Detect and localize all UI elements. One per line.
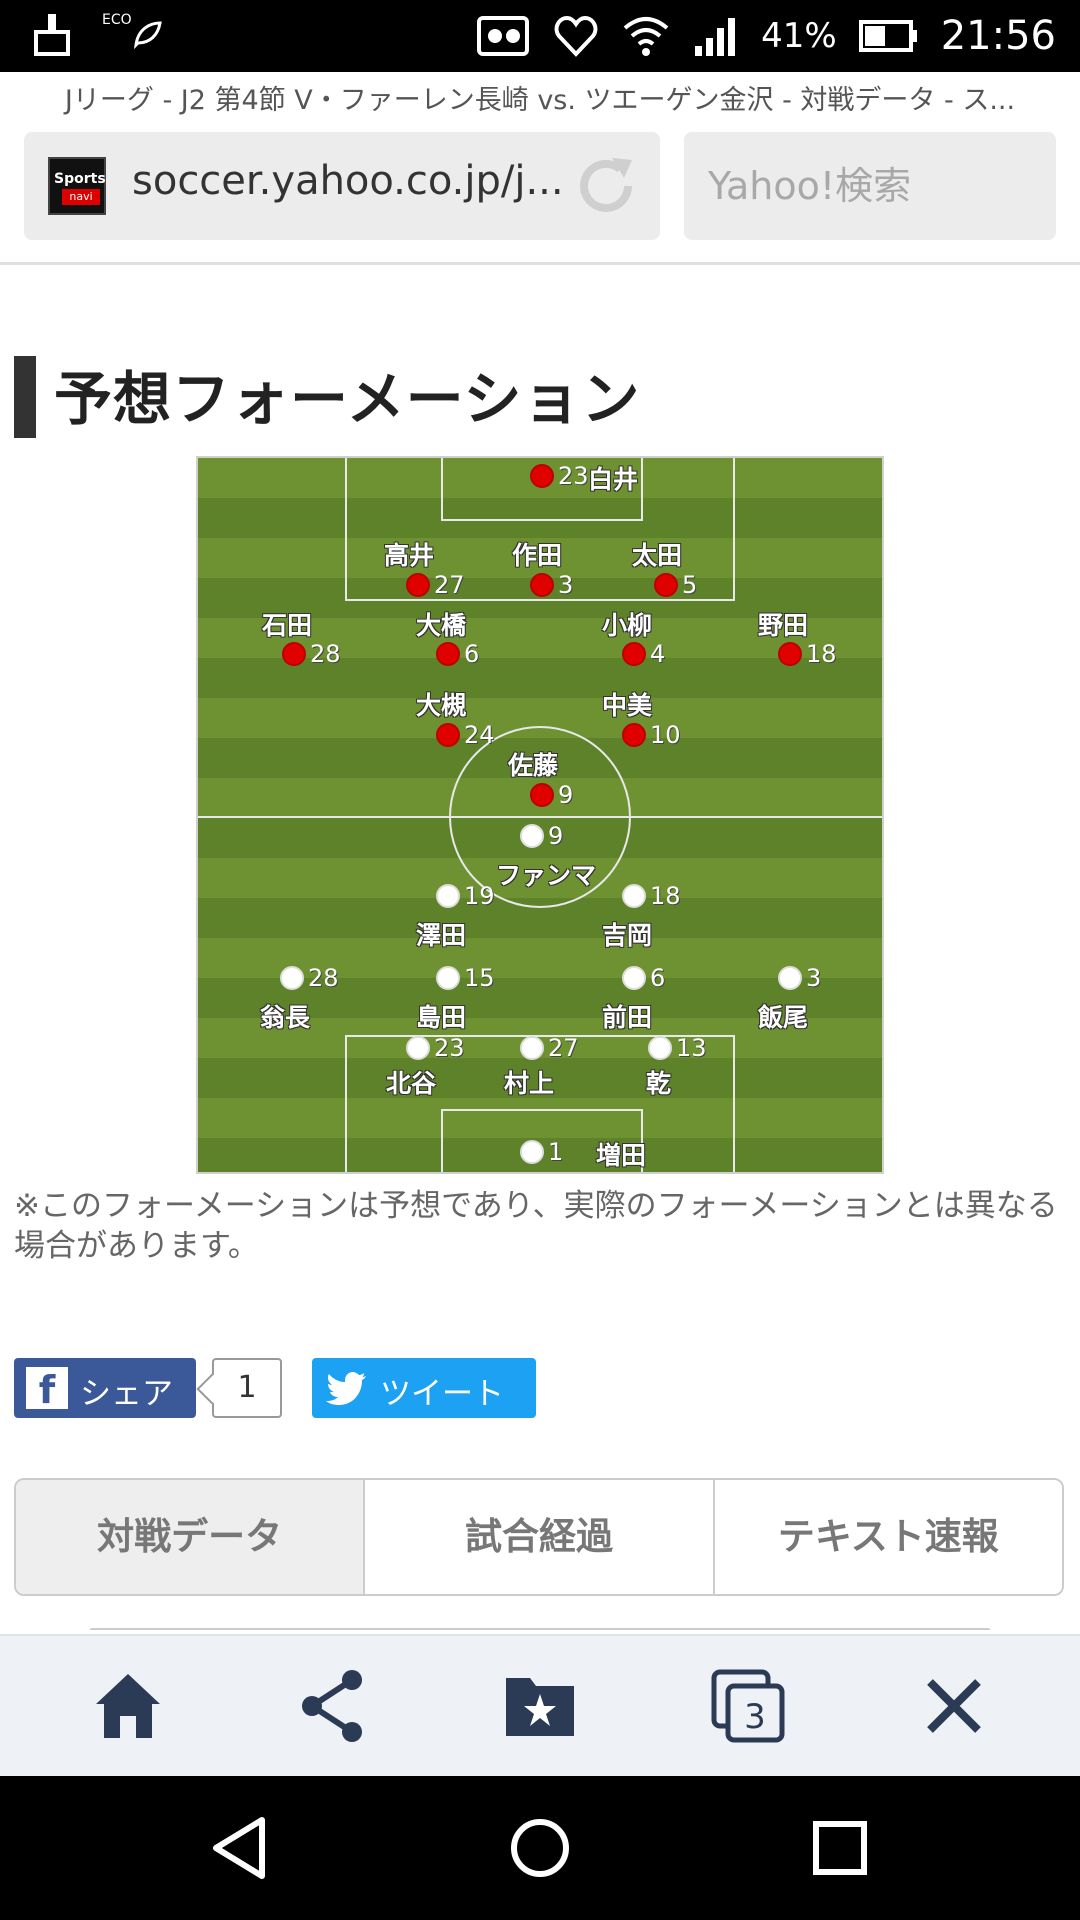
twitter-bird-icon [326,1372,366,1405]
url-text[interactable]: soccer.yahoo.co.jp/j... [132,158,572,204]
twitter-tweet-label: ツイート [380,1376,504,1412]
tab-match-data[interactable]: 対戦データ [16,1480,366,1594]
header-divider [0,262,1080,265]
status-bar: ECO 41% 21:56 [0,0,1080,72]
sportsnavi-favicon: Sports navi [48,157,106,215]
favicon-text-bottom: navi [62,189,100,205]
home-circle-icon[interactable] [500,1808,580,1888]
bookmarks-icon[interactable] [500,1666,580,1746]
eco-label: ECO [102,12,132,28]
cleaner-icon [34,14,70,56]
browser-toolbar: 3 [0,1634,1080,1776]
android-nav-bar [0,1776,1080,1920]
battery-percent: 41% [761,16,837,56]
search-box[interactable] [684,132,1056,240]
formation-note: ※このフォーメーションは予想であり、実際のフォーメーションとは異なる場合がありま… [14,1188,1058,1264]
reload-icon[interactable] [572,152,640,220]
section-title: 予想フォーメーション [54,365,641,433]
close-icon[interactable] [914,1666,994,1746]
page-title: Jリーグ - J2 第4節 V・ファーレン長崎 vs. ツエーゲン金沢 - 対戦… [64,85,1016,116]
twitter-tweet-button[interactable]: ツイート [312,1358,536,1418]
facebook-icon: f [26,1367,68,1412]
signal-icon [695,18,736,56]
section-accent-bar [14,356,36,438]
favicon-text-top: Sports [54,171,106,187]
facebook-share-button[interactable]: f シェア [14,1358,196,1418]
formation-pitch: 23 白井 高井 27 作田 3 太田 5 石田 28 大橋 6 小柳 4 野田… [196,456,884,1174]
svg-text:3: 3 [744,1697,766,1737]
eco-icon: ECO [102,12,162,49]
facebook-share-label: シェア [80,1376,173,1412]
url-bar[interactable]: Sports navi soccer.yahoo.co.jp/j... [24,132,660,240]
share-count-badge: 1 [212,1358,282,1418]
recents-icon[interactable] [800,1808,880,1888]
content-peek-edge [90,1628,990,1632]
back-icon[interactable] [200,1808,280,1888]
home-icon[interactable] [88,1666,168,1746]
tabs-icon[interactable]: 3 [708,1666,788,1746]
tab-text-live[interactable]: テキスト速報 [714,1480,1062,1594]
match-tabs: 対戦データ 試合経過 テキスト速報 [14,1478,1064,1596]
share-icon[interactable] [294,1666,374,1746]
tab-match-progress[interactable]: 試合経過 [365,1480,715,1594]
nfc-icon [477,16,530,56]
clock: 21:56 [940,13,1056,59]
battery-icon [858,20,917,52]
heart-icon [554,15,598,57]
search-input[interactable] [708,132,1038,240]
wifi-icon [623,17,669,56]
